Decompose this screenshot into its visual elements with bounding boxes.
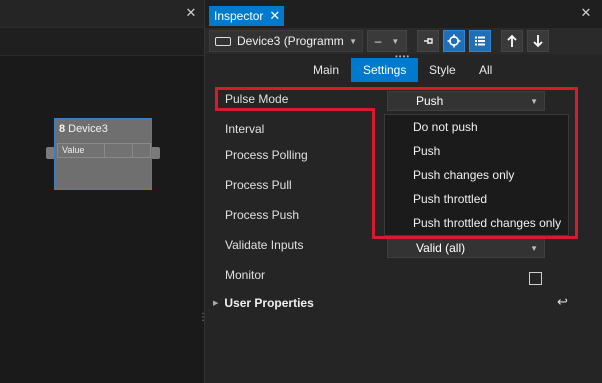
device-selector[interactable]: Device3 (Programm ▼ xyxy=(209,30,363,52)
chevron-down-icon: ▼ xyxy=(530,244,538,253)
close-icon[interactable]: ✕ xyxy=(269,6,280,26)
node-value-row[interactable]: Value xyxy=(57,143,151,158)
move-down-button[interactable] xyxy=(527,30,549,52)
property-label: Monitor xyxy=(225,268,266,282)
list-view-button[interactable] xyxy=(469,30,491,52)
dash-dropdown-button[interactable]: – ▼ xyxy=(367,30,407,52)
tab-inspector-label: Inspector xyxy=(214,9,264,23)
node-canvas-pane[interactable]: ✕ 8 Device3 Value ⋮ xyxy=(0,0,208,383)
validate-inputs-select[interactable]: Valid (all) ▼ xyxy=(387,238,545,258)
device-icon xyxy=(215,36,231,46)
dropdown-option[interactable]: Push throttled xyxy=(413,192,487,206)
property-label: Process Push xyxy=(225,208,300,222)
category-tabs: Main Settings Style All xyxy=(205,58,602,82)
property-label: Pulse Mode xyxy=(225,92,289,106)
node-row-label: Value xyxy=(62,145,85,155)
arrow-up-icon xyxy=(507,34,517,47)
property-label: Validate Inputs xyxy=(225,238,304,252)
inspector-tab-strip: Inspector ✕ ✕ xyxy=(205,0,602,28)
tab-main[interactable]: Main xyxy=(305,58,347,82)
pulse-mode-value: Push xyxy=(416,94,444,108)
left-tab-strip: ✕ xyxy=(0,0,204,28)
tab-inspector[interactable]: Inspector ✕ xyxy=(209,6,285,26)
dropdown-option[interactable]: Push changes only xyxy=(413,168,514,182)
dropdown-option[interactable]: Push xyxy=(413,144,440,158)
close-icon[interactable]: ✕ xyxy=(579,6,593,20)
user-properties-label: User Properties xyxy=(224,296,314,310)
node-title-text: Device3 xyxy=(68,123,108,135)
node-row-divider xyxy=(132,144,133,157)
target-button[interactable] xyxy=(443,30,465,52)
tab-settings[interactable]: Settings xyxy=(351,58,419,82)
user-properties-section[interactable]: ▶ User Properties xyxy=(213,296,314,310)
node-badge: 8 xyxy=(59,123,66,135)
node-title: 8 Device3 xyxy=(59,123,108,135)
target-icon xyxy=(447,34,461,48)
pin-icon xyxy=(424,38,433,44)
dropdown-option[interactable]: Push throttled changes only xyxy=(413,216,561,230)
tab-style[interactable]: Style xyxy=(421,58,464,82)
monitor-checkbox[interactable] xyxy=(529,272,542,285)
left-toolbar xyxy=(0,28,204,56)
device-node[interactable]: 8 Device3 Value xyxy=(54,118,152,190)
expand-triangle-icon[interactable]: ▶ xyxy=(213,299,218,307)
node-row-divider xyxy=(104,144,105,157)
chevron-down-icon: ▼ xyxy=(391,36,400,46)
validate-inputs-value: Valid (all) xyxy=(416,241,466,255)
move-up-button[interactable] xyxy=(501,30,523,52)
node-input-port[interactable] xyxy=(46,147,54,159)
arrow-down-icon xyxy=(533,35,543,48)
list-icon xyxy=(475,36,485,46)
dropdown-option[interactable]: Do not push xyxy=(413,120,478,134)
inspector-toolbar: Device3 (Programm ▼ – ▼ xyxy=(205,28,602,54)
close-icon[interactable]: ✕ xyxy=(184,6,198,20)
device-selector-label: Device3 (Programm xyxy=(237,34,344,48)
tab-all[interactable]: All xyxy=(471,58,500,82)
property-label: Process Polling xyxy=(225,148,308,162)
pulse-mode-dropdown-list[interactable]: Do not push Push Push changes only Push … xyxy=(384,114,569,236)
dash-label: – xyxy=(374,34,382,48)
pin-button[interactable] xyxy=(417,30,439,52)
property-label: Process Pull xyxy=(225,178,292,192)
chevron-down-icon: ▼ xyxy=(349,37,357,46)
property-label: Interval xyxy=(225,122,265,136)
pulse-mode-select[interactable]: Push ▼ xyxy=(387,91,545,111)
return-icon[interactable]: ↩ xyxy=(557,294,568,310)
node-output-port[interactable] xyxy=(152,147,160,159)
chevron-down-icon: ▼ xyxy=(530,97,538,106)
